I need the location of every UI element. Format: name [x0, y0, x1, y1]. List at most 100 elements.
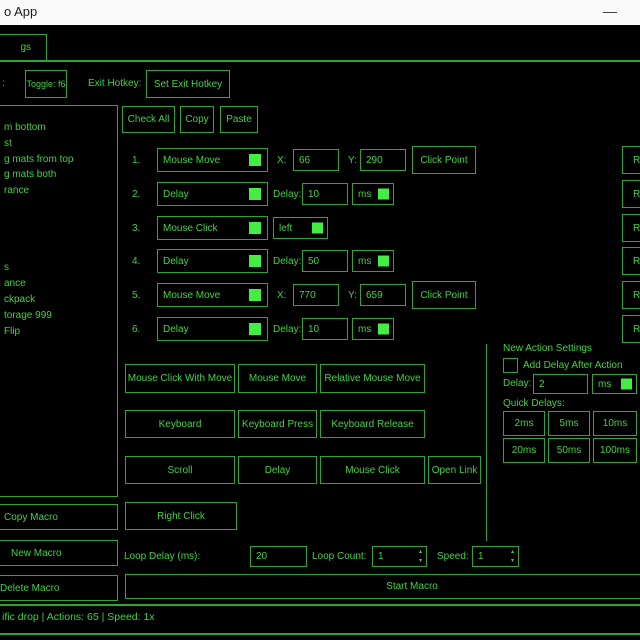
unit-dropdown[interactable]: ms	[352, 250, 394, 272]
quick-delay-20ms-button[interactable]: 20ms	[503, 438, 545, 463]
y-input[interactable]: 659	[360, 284, 406, 306]
macro-list-item[interactable]: g mats both	[4, 169, 56, 180]
action-type-value: Delay	[163, 189, 189, 200]
speed-value: 1	[478, 551, 484, 562]
stepper-arrows-icon[interactable]: ▴▾	[511, 549, 514, 564]
macro-list-item[interactable]: st	[4, 138, 12, 149]
stepper-arrows-icon[interactable]: ▴▾	[419, 549, 422, 564]
y-input[interactable]: 290	[360, 149, 406, 171]
macro-list-item[interactable]: s	[4, 262, 9, 273]
action-index: 3.	[132, 223, 140, 234]
click-point-button[interactable]: Click Point	[412, 146, 476, 174]
add-keyboard-release-button[interactable]: Keyboard Release	[320, 410, 425, 438]
speed-stepper[interactable]: 1 ▴▾	[472, 546, 519, 567]
macro-list-item[interactable]: m bottom	[4, 122, 46, 133]
x-input[interactable]: 66	[293, 149, 339, 171]
tab-settings-label: gs	[20, 42, 31, 53]
new-action-settings-title: New Action Settings	[503, 343, 592, 354]
action-type-dropdown[interactable]: Delay	[157, 182, 268, 206]
action-type-dropdown[interactable]: Mouse Move	[157, 283, 268, 307]
delay-input[interactable]: 10	[302, 183, 348, 205]
unit-value: ms	[358, 256, 371, 267]
action-type-dropdown[interactable]: Delay	[157, 317, 268, 341]
add-delay-after-action-checkbox[interactable]	[503, 358, 518, 373]
new-macro-button[interactable]: New Macro	[0, 540, 118, 566]
remove-action-button[interactable]: R	[622, 146, 640, 174]
add-delay-button[interactable]: Delay	[238, 456, 317, 484]
add-mouse-click-with-move-button[interactable]: Mouse Click With Move	[125, 364, 235, 393]
dropdown-indicator-icon	[249, 188, 261, 200]
dropdown-indicator-icon	[249, 323, 261, 335]
loop-delay-label: Loop Delay (ms):	[124, 551, 200, 562]
nas-delay-input[interactable]: 2	[533, 374, 588, 394]
loop-delay-input[interactable]: 20	[250, 546, 307, 567]
app-window: o App — gs : Toggle: f6 Exit Hotkey: Set…	[0, 0, 640, 640]
delay-label: Delay:	[273, 324, 301, 335]
remove-action-button[interactable]: R	[622, 315, 640, 343]
add-mouse-click-button[interactable]: Mouse Click	[320, 456, 425, 484]
quick-delays-label: Quick Delays:	[503, 398, 565, 409]
macro-list-item[interactable]: torage 999	[4, 310, 52, 321]
action-type-value: Delay	[163, 324, 189, 335]
copy-macro-button[interactable]: Copy Macro	[0, 504, 118, 530]
quick-delay-10ms-button[interactable]: 10ms	[593, 411, 637, 436]
paste-button[interactable]: Paste	[220, 106, 258, 133]
action-type-dropdown[interactable]: Delay	[157, 249, 268, 273]
dropdown-indicator-icon	[249, 255, 261, 267]
action-type-value: Mouse Click	[163, 223, 217, 234]
add-right-click-button[interactable]: Right Click	[125, 502, 237, 530]
quick-delay-100ms-button[interactable]: 100ms	[593, 438, 637, 463]
remove-action-button[interactable]: R	[622, 180, 640, 208]
delay-input[interactable]: 50	[302, 250, 348, 272]
quick-delay-50ms-button[interactable]: 50ms	[548, 438, 590, 463]
delete-macro-button[interactable]: Delete Macro	[0, 575, 118, 601]
unit-dropdown[interactable]: ms	[352, 318, 394, 340]
dropdown-indicator-icon	[621, 379, 632, 390]
macro-list-item[interactable]: rance	[4, 185, 29, 196]
tab-settings[interactable]: gs	[0, 34, 47, 61]
toggle-hotkey-button[interactable]: Toggle: f6	[25, 70, 67, 98]
remove-action-button[interactable]: R	[622, 281, 640, 309]
click-point-button[interactable]: Click Point	[412, 281, 476, 309]
dropdown-indicator-icon	[378, 256, 389, 267]
unit-dropdown[interactable]: ms	[352, 183, 394, 205]
loop-count-stepper[interactable]: 1 ▴▾	[372, 546, 427, 567]
action-type-dropdown[interactable]: Mouse Move	[157, 148, 268, 172]
add-relative-mouse-move-button[interactable]: Relative Mouse Move	[320, 364, 425, 393]
macro-list-item[interactable]: ckpack	[4, 294, 35, 305]
action-type-value: Mouse Move	[163, 290, 220, 301]
exit-hotkey-label: Exit Hotkey:	[88, 78, 141, 89]
action-type-dropdown[interactable]: Mouse Click	[157, 216, 268, 240]
nas-unit-dropdown[interactable]: ms	[592, 374, 637, 394]
add-scroll-button[interactable]: Scroll	[125, 456, 235, 484]
macro-list-item[interactable]: Flip	[4, 326, 20, 337]
dropdown-indicator-icon	[249, 222, 261, 234]
copy-button[interactable]: Copy	[180, 106, 214, 133]
quick-delay-5ms-button[interactable]: 5ms	[548, 411, 590, 436]
action-index: 5.	[132, 290, 140, 301]
action-index: 1.	[132, 155, 140, 166]
window-title: o App	[4, 4, 37, 19]
macro-list-item[interactable]: g mats from top	[4, 154, 73, 165]
macro-list-item[interactable]: ance	[4, 278, 26, 289]
add-mouse-move-button[interactable]: Mouse Move	[238, 364, 317, 393]
remove-action-button[interactable]: R	[622, 247, 640, 275]
set-exit-hotkey-button[interactable]: Set Exit Hotkey	[146, 70, 230, 98]
dropdown-indicator-icon	[312, 223, 323, 234]
action-index: 4.	[132, 256, 140, 267]
dropdown-indicator-icon	[378, 324, 389, 335]
action-index: 2.	[132, 189, 140, 200]
quick-delay-2ms-button[interactable]: 2ms	[503, 411, 545, 436]
x-input[interactable]: 770	[293, 284, 339, 306]
settings-divider	[486, 344, 487, 541]
remove-action-button[interactable]: R	[622, 214, 640, 242]
add-keyboard-button[interactable]: Keyboard	[125, 410, 235, 438]
start-macro-button[interactable]: Start Macro	[125, 574, 640, 599]
add-open-link-button[interactable]: Open Link	[428, 456, 481, 484]
unit-value: ms	[358, 189, 371, 200]
add-keyboard-press-button[interactable]: Keyboard Press	[238, 410, 317, 438]
mouse-button-dropdown[interactable]: left	[273, 217, 328, 239]
minimize-icon[interactable]: —	[603, 3, 617, 19]
check-all-button[interactable]: Check All	[122, 106, 175, 133]
delay-input[interactable]: 10	[302, 318, 348, 340]
